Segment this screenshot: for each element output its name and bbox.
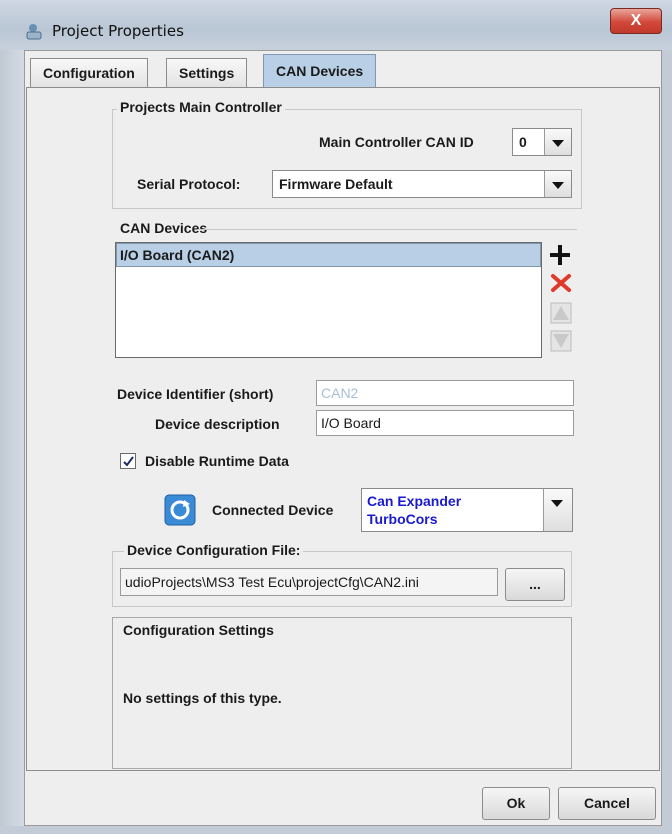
configuration-settings-message: No settings of this type. — [123, 690, 282, 706]
tab-can-devices[interactable]: CAN Devices — [263, 54, 377, 88]
browse-button[interactable]: ... — [505, 568, 565, 601]
app-icon — [26, 24, 42, 40]
can-id-label: Main Controller CAN ID — [319, 134, 474, 150]
list-item[interactable]: I/O Board (CAN2) — [116, 243, 541, 267]
add-icon[interactable] — [548, 243, 572, 267]
can-devices-title: CAN Devices — [120, 220, 208, 236]
serial-protocol-label: Serial Protocol: — [137, 176, 241, 192]
refresh-icon[interactable] — [164, 494, 196, 526]
connected-device-line1: Can Expander — [367, 493, 462, 509]
config-file-group-title: Device Configuration File: — [124, 542, 304, 558]
divider — [197, 229, 577, 230]
remove-icon[interactable] — [550, 272, 572, 294]
device-description-field[interactable]: I/O Board — [316, 410, 574, 436]
device-identifier-field: CAN2 — [316, 380, 574, 406]
tab-settings[interactable]: Settings — [166, 58, 248, 88]
chevron-down-icon[interactable] — [544, 129, 571, 155]
main-controller-group-title: Projects Main Controller — [117, 99, 285, 115]
disable-runtime-checkbox[interactable] — [120, 453, 136, 469]
move-up-icon[interactable] — [550, 302, 572, 324]
config-file-field[interactable]: udioProjects\MS3 Test Ecu\projectCfg\CAN… — [120, 568, 498, 596]
can-devices-list[interactable]: I/O Board (CAN2) — [115, 242, 542, 358]
disable-runtime-label[interactable]: Disable Runtime Data — [145, 453, 289, 469]
connected-device-label: Connected Device — [212, 502, 334, 518]
window-frame-bottom — [0, 826, 672, 834]
device-identifier-label: Device Identifier (short) — [117, 386, 274, 402]
can-id-value: 0 — [519, 134, 527, 150]
move-down-icon[interactable] — [550, 330, 572, 352]
can-id-select[interactable]: 0 — [512, 128, 572, 156]
connected-device-select[interactable]: Can Expander TurboCors — [361, 488, 573, 532]
serial-protocol-value: Firmware Default — [279, 176, 393, 192]
close-button[interactable]: X — [610, 8, 662, 34]
chevron-down-icon[interactable] — [544, 171, 571, 197]
serial-protocol-select[interactable]: Firmware Default — [272, 170, 572, 198]
window-title: Project Properties — [52, 22, 184, 40]
tab-configuration[interactable]: Configuration — [30, 58, 148, 88]
ok-button[interactable]: Ok — [482, 787, 550, 820]
window-frame-left — [0, 50, 24, 834]
configuration-settings-title: Configuration Settings — [120, 622, 277, 638]
connected-device-line2: TurboCors — [367, 511, 438, 527]
checkmark-icon — [123, 456, 134, 467]
cancel-button[interactable]: Cancel — [558, 787, 656, 820]
device-description-label: Device description — [155, 416, 280, 432]
chevron-down-icon[interactable] — [543, 489, 572, 531]
window-frame-right — [662, 50, 672, 834]
